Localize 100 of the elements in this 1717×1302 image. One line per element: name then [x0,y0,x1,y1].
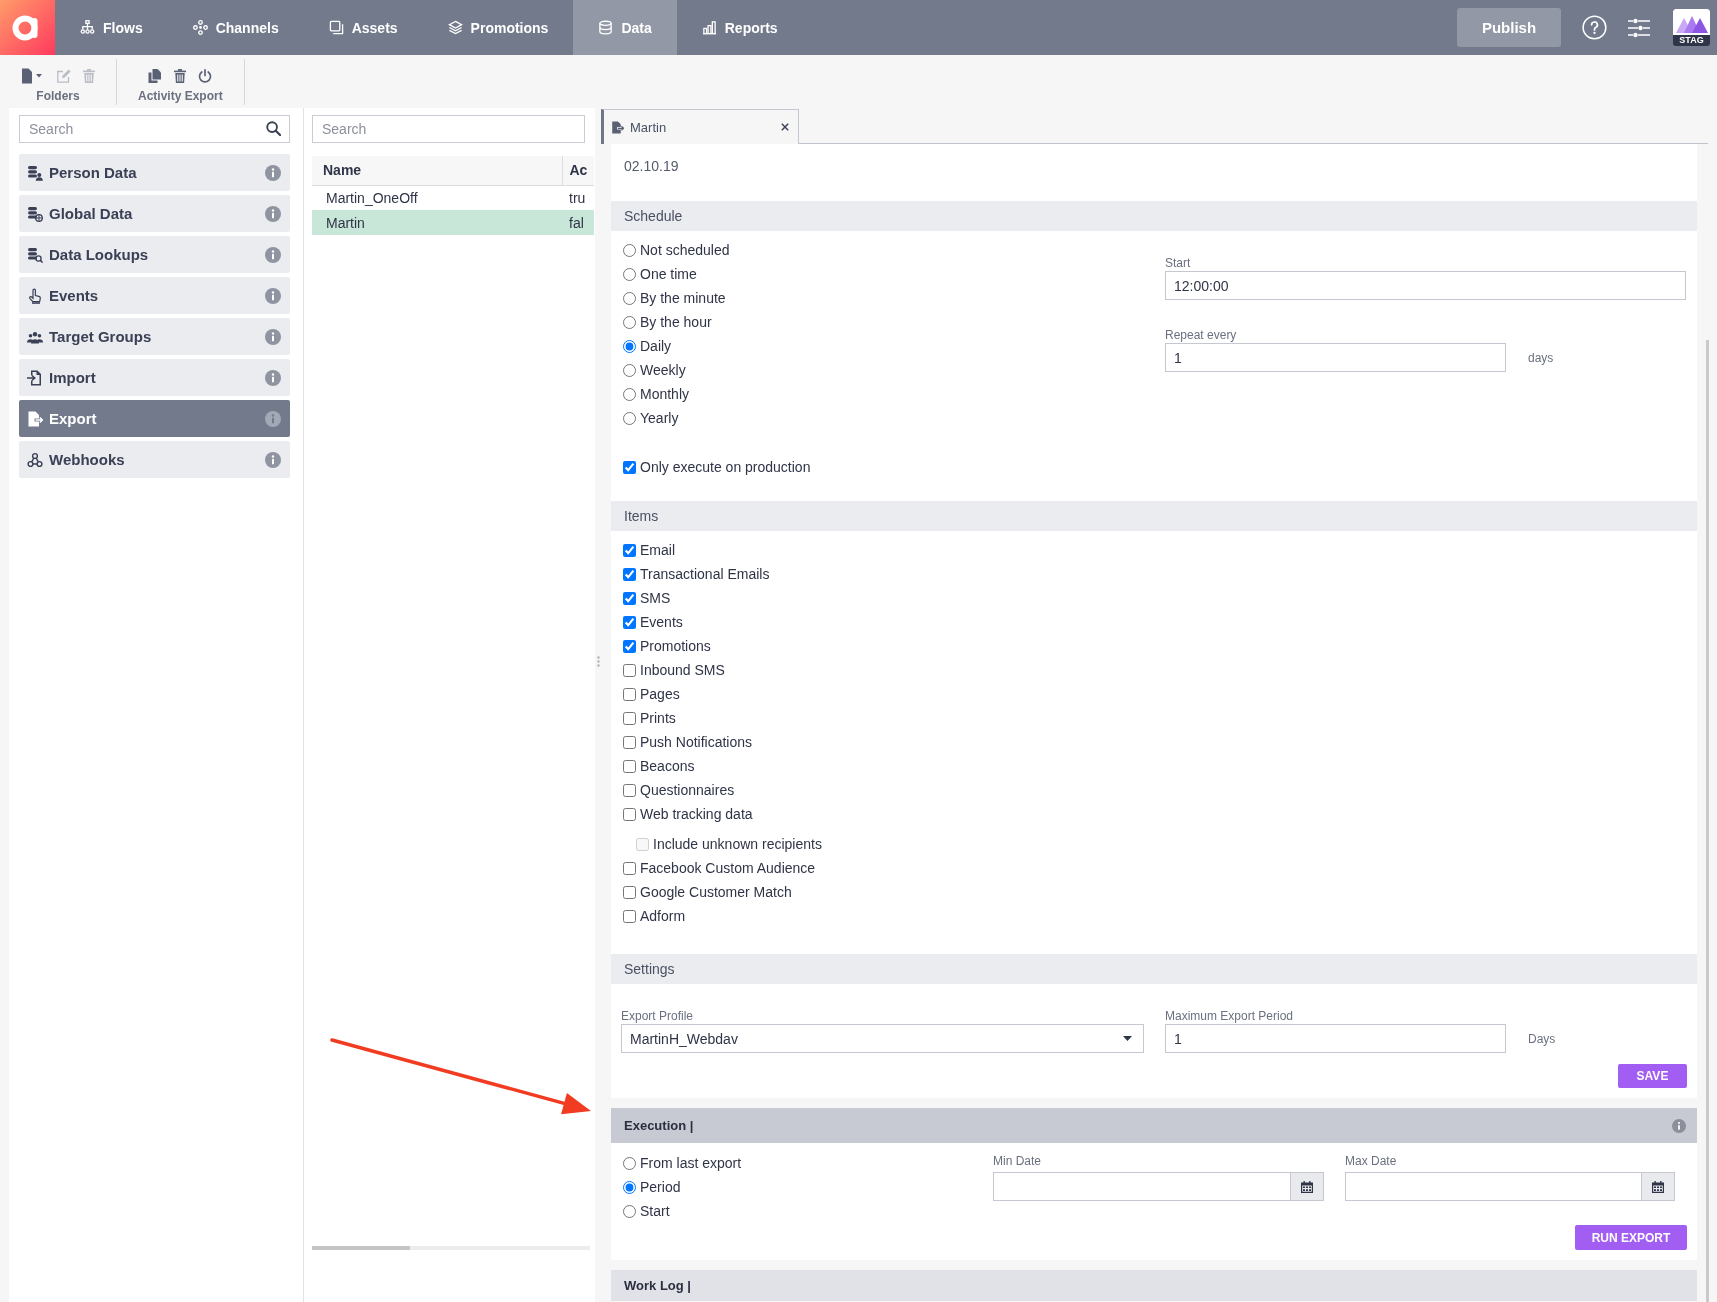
sidebar-item[interactable]: Data Lookups [19,236,290,273]
nav-tab[interactable]: Channels [167,0,304,55]
radio-button[interactable] [623,1204,636,1218]
nav-tab[interactable]: Assets [303,0,423,55]
unit-label: Days [1528,1031,1556,1046]
number-field[interactable]: 1 [1165,343,1506,372]
radio-label: One time [640,266,697,282]
export-profile-select[interactable]: MartinH_Webdav [621,1024,1144,1053]
checkbox-label: Include unknown recipients [653,836,822,852]
sidebar-item[interactable]: Export [19,400,290,437]
file-export-icon [611,120,624,134]
sliders-icon[interactable] [1628,17,1650,38]
resize-handle-icon[interactable] [596,656,600,667]
sidebar-item[interactable]: Global Data [19,195,290,232]
database-globe-icon [27,205,43,222]
vertical-scrollbar[interactable] [1706,340,1709,1302]
column-header[interactable]: Ac [562,156,594,185]
number-field[interactable]: 1 [1165,1024,1506,1053]
table-cell[interactable]: fal [562,210,594,235]
radio-button[interactable] [623,387,636,401]
info-icon [265,410,281,427]
checkbox[interactable] [623,711,636,725]
radio-button[interactable] [623,243,636,257]
sidebar-item[interactable]: Events [19,277,290,314]
radio-label: Daily [640,338,672,354]
radio-button[interactable] [623,339,636,353]
radio-button[interactable] [623,291,636,305]
power-icon[interactable] [198,69,213,83]
time-field[interactable]: 12:00:00 [1165,271,1686,300]
date-field[interactable] [1345,1172,1641,1201]
calendar-button[interactable] [1641,1172,1675,1201]
run-export-button[interactable]: RUN EXPORT [1575,1225,1687,1250]
info-icon[interactable] [1672,1118,1686,1133]
file-export-icon [27,410,43,427]
checkbox[interactable] [623,909,636,923]
environment-badge[interactable]: STAG [1673,9,1710,46]
field-label: Repeat every [1165,327,1238,343]
radio-label: Not scheduled [640,242,730,258]
checkbox[interactable] [623,591,636,605]
radio-label: Monthly [640,386,690,402]
mountains-icon [1673,9,1710,35]
checkbox[interactable] [623,735,636,749]
checkbox[interactable] [623,663,636,677]
checkbox[interactable] [623,687,636,701]
checkbox[interactable] [623,567,636,581]
radio-button[interactable] [623,363,636,377]
checkbox[interactable] [623,807,636,821]
trash-icon[interactable] [174,69,187,83]
checkbox[interactable] [623,783,636,797]
section-header: Work Log | [611,1270,1697,1301]
radio-button[interactable] [623,315,636,329]
radio-button[interactable] [623,267,636,281]
nav-tab[interactable]: Promotions [422,0,574,55]
info-icon [265,205,281,222]
date-field[interactable] [993,1172,1290,1201]
radio-button[interactable] [623,1156,636,1170]
sidebar-item[interactable]: Person Data [19,154,290,191]
sidebar-item[interactable]: Target Groups [19,318,290,355]
search-field[interactable]: Search [312,115,585,143]
section-header: Schedule [611,201,1697,231]
radio-label: By the hour [640,314,712,330]
field-label: Max Date [1345,1153,1398,1169]
field-label: Maximum Export Period [1165,1008,1295,1024]
search-icon[interactable] [266,121,281,136]
checkbox-label: Transactional Emails [640,566,770,582]
table-cell[interactable]: Martin [312,210,562,235]
horizontal-scrollbar[interactable] [312,1246,590,1250]
sidebar-item[interactable]: Import [19,359,290,396]
calendar-button[interactable] [1290,1172,1324,1201]
radio-label: Start [640,1203,670,1219]
copy-icon[interactable] [148,69,163,83]
checkbox-label: Events [640,614,683,630]
radio-button[interactable] [623,411,636,425]
checkbox[interactable] [623,615,636,629]
checkbox[interactable] [623,639,636,653]
save-button[interactable]: SAVE [1618,1064,1687,1088]
close-icon[interactable] [781,123,789,131]
toolbar-group-label: Activity Export [138,89,223,103]
help-icon[interactable] [1582,15,1607,40]
checkbox[interactable] [623,759,636,773]
file-caret-icon[interactable] [21,68,45,84]
sidebar-item[interactable]: Webhooks [19,441,290,478]
checkbox[interactable] [623,885,636,899]
section-header: Settings [611,954,1697,984]
checkbox[interactable] [623,460,636,474]
table-cell[interactable]: Martin_OneOff [312,185,562,210]
column-header[interactable]: Name [312,156,562,185]
search-field[interactable]: Search [19,115,290,143]
layers-icon [447,20,463,35]
radio-button[interactable] [623,1180,636,1194]
checkbox[interactable] [623,543,636,557]
logo-icon[interactable] [0,0,55,55]
nav-tab[interactable]: Reports [676,0,803,55]
editor-tab[interactable]: Martin [601,109,799,144]
checkbox-label: Beacons [640,758,695,774]
table-cell[interactable]: tru [562,185,594,210]
checkbox[interactable] [623,861,636,875]
database-search-icon [27,246,43,263]
info-icon [265,164,281,181]
nav-tab[interactable]: Flows [55,0,168,55]
